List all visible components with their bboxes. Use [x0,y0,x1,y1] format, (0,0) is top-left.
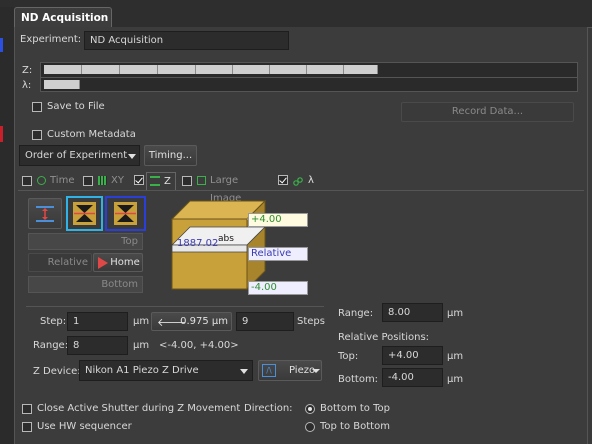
order-of-experiment-dropdown[interactable]: Order of Experiment [19,145,140,166]
top-set-button[interactable]: Top [28,233,143,250]
time-enable-checkbox[interactable] [22,176,32,186]
lambda-track-label: λ: [22,80,32,91]
right-bottom-label: Bottom: [338,374,379,385]
range-field[interactable]: 8 [67,336,128,355]
z-device-label: Z Device: [33,366,81,377]
z-track-label: Z: [22,65,33,76]
order-dropdown-value: Order of Experiment [25,150,128,161]
piezo-button[interactable]: /\ Piezo [258,360,322,381]
right-range-field[interactable]: 8.00 [382,303,443,322]
z-enable-checkbox[interactable] [134,175,144,185]
use-computed-step-button[interactable]: 🡐 0.975 µm [151,312,232,331]
bottom-to-top-label: Bottom to Top [320,403,390,414]
experiment-label: Experiment: [20,34,82,45]
use-hw-sequencer-checkbox[interactable] [22,422,32,432]
relative-positions-label: Relative Positions: [338,332,430,343]
right-bottom-unit: µm [447,374,464,385]
z-segment [307,65,344,74]
z-segment [44,65,82,74]
tab-xy[interactable]: XY [96,172,128,190]
range-unit: µm [133,340,150,351]
z-device-dropdown[interactable]: Nikon A1 Piezo Z Drive [79,360,253,381]
z-segment [120,65,158,74]
cube-abs-label: abs [218,234,234,244]
lambda-segment [44,80,80,89]
close-shutter-checkbox[interactable] [22,404,32,414]
record-data-button[interactable]: Record Data... [401,102,574,122]
large-image-icon [197,176,206,185]
save-to-file-label: Save to File [47,101,105,112]
z-segment [158,65,196,74]
left-marker-red [0,126,3,142]
direction-label: Direction: [244,403,293,414]
piezo-icon: /\ [262,364,276,377]
grid-icon [98,176,107,185]
cube-relative-label: Relative [248,247,308,261]
use-hw-sequencer-label: Use HW sequencer [37,421,132,432]
range-label: Range: [33,340,69,351]
bottom-to-top-radio[interactable] [305,404,315,414]
custom-metadata-label: Custom Metadata [47,129,136,140]
channels-icon [293,176,303,186]
track-divider [41,77,577,78]
close-shutter-label: Close Active Shutter during Z Movement [37,403,241,414]
home-button[interactable]: Home [93,253,143,272]
experiment-name-field[interactable]: ND Acquisition [84,31,289,50]
steps-count-field[interactable]: 9 [236,312,294,331]
lambda-enable-checkbox[interactable] [278,175,288,185]
tab-time[interactable]: Time [35,172,75,190]
step-unit: µm [133,316,150,327]
cube-top-value: +4.00 [248,213,308,227]
stack-icon [150,176,160,186]
tab-lambda[interactable]: λ [291,172,323,190]
right-bottom-field[interactable]: -4.00 [382,368,443,387]
tab-large-image[interactable]: Large Image [195,172,270,204]
large-image-enable-checkbox[interactable] [182,176,192,186]
custom-metadata-checkbox[interactable] [32,130,42,140]
cube-center-value: 1887.02 [177,238,219,249]
chevron-down-icon [312,369,320,373]
right-range-unit: µm [447,308,464,319]
right-range-label: Range: [338,308,374,319]
top-to-bottom-radio[interactable] [305,422,315,432]
asymmetric-range-icon [114,202,137,225]
step-field[interactable]: 1 [67,312,128,331]
left-marker-blue [0,38,3,52]
save-to-file-checkbox[interactable] [32,102,42,112]
window-top-strip [0,0,592,7]
relative-button[interactable]: Relative [28,253,92,272]
experiment-tracks [40,62,578,92]
right-top-field[interactable]: +4.00 [382,346,443,365]
arrow-left-icon: 🡐 [157,316,187,329]
tab-nd-acquisition[interactable]: ND Acquisition [14,7,112,28]
home-arrow-icon [98,257,108,269]
z-segment [344,65,378,74]
clock-icon [37,176,46,185]
z-segment [196,65,233,74]
chevron-down-icon [240,369,248,374]
cube-bottom-value: -4.00 [248,281,308,295]
mode-symmetric-button[interactable] [66,196,103,231]
left-trim [0,7,14,444]
section-divider [26,306,324,307]
right-top-unit: µm [447,351,464,362]
timing-button[interactable]: Timing... [144,145,197,166]
right-top-label: Top: [338,351,359,362]
steps-label: Steps [297,316,325,327]
z-segment [270,65,307,74]
z-segment [233,65,270,74]
range-arrows-icon [36,206,54,222]
range-limits-text: <-4.00, +4.00> [159,340,239,351]
mode-top-bottom-button[interactable] [28,198,62,229]
tab-z[interactable]: Z [146,172,176,190]
symmetric-range-icon [73,202,96,225]
z-segment [82,65,120,74]
step-label: Step: [40,316,67,327]
mode-asymmetric-button[interactable] [105,196,146,231]
xy-enable-checkbox[interactable] [83,176,93,186]
top-to-bottom-label: Top to Bottom [320,421,390,432]
bottom-set-button[interactable]: Bottom [28,276,143,293]
chevron-down-icon [128,154,136,159]
